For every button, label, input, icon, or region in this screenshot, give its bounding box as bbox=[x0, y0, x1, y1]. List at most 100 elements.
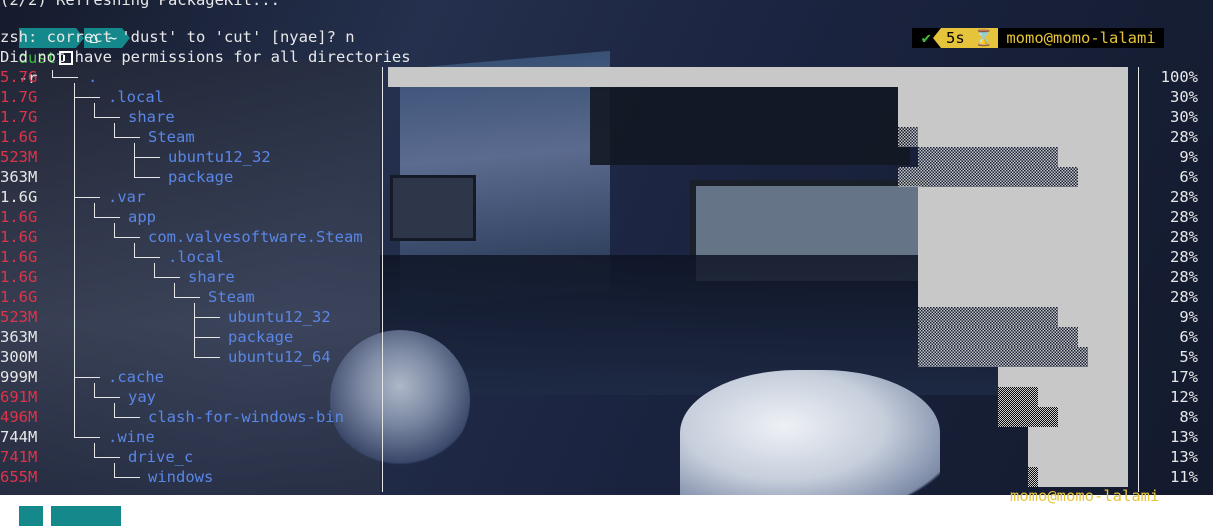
row-name[interactable]: .cache bbox=[108, 367, 164, 387]
usage-bar-fill bbox=[1078, 167, 1128, 187]
row-name[interactable]: .local bbox=[168, 247, 224, 267]
usage-bar bbox=[388, 287, 1128, 307]
usage-bar-fill bbox=[1058, 147, 1128, 167]
tree-branch bbox=[134, 257, 160, 258]
usage-bar bbox=[388, 267, 1128, 287]
row-name[interactable]: windows bbox=[148, 467, 213, 487]
row-size: 1.6G bbox=[0, 228, 38, 246]
tree-branch bbox=[134, 177, 160, 178]
prompt-line: ⌂ ~ dust -r bbox=[0, 8, 131, 87]
usage-bar-shade bbox=[918, 327, 1078, 347]
row-name[interactable]: share bbox=[128, 107, 175, 127]
row-name[interactable]: ubuntu12_32 bbox=[168, 147, 271, 167]
row-percent: 28% bbox=[1170, 268, 1198, 286]
tree-branch bbox=[114, 417, 140, 418]
row-name[interactable]: ubuntu12_32 bbox=[228, 307, 331, 327]
tree-branch bbox=[194, 337, 220, 338]
row-size: 1.6G bbox=[0, 188, 38, 206]
row-size: 1.6G bbox=[0, 128, 38, 146]
tree-line bbox=[52, 70, 53, 77]
usage-bar-fill bbox=[1088, 347, 1128, 367]
row-size: 300M bbox=[0, 348, 38, 366]
tree-branch bbox=[94, 217, 120, 218]
row-name[interactable]: package bbox=[228, 327, 293, 347]
row-size: 523M bbox=[0, 308, 38, 326]
tree-line bbox=[134, 243, 135, 257]
bar-left-border bbox=[382, 67, 383, 492]
tree-line bbox=[114, 223, 115, 237]
tree-line bbox=[134, 143, 135, 177]
row-name[interactable]: Steam bbox=[208, 287, 255, 307]
tree-line bbox=[114, 123, 115, 137]
usage-bar-fill bbox=[918, 267, 1128, 287]
usage-bar-shade bbox=[898, 167, 1078, 187]
usage-bar-fill bbox=[1028, 447, 1128, 467]
usage-bar-fill bbox=[918, 187, 1128, 207]
tree-line bbox=[154, 263, 155, 277]
tree-branch bbox=[114, 137, 140, 138]
autocorrect-prompt: zsh: correct 'dust' to 'cut' [nyae]? n bbox=[0, 28, 355, 46]
row-percent: 28% bbox=[1170, 188, 1198, 206]
row-percent: 30% bbox=[1170, 108, 1198, 126]
row-size: 744M bbox=[0, 428, 38, 446]
tree-branch bbox=[94, 397, 120, 398]
row-percent: 28% bbox=[1170, 208, 1198, 226]
row-name[interactable]: ubuntu12_64 bbox=[228, 347, 331, 367]
usage-bar bbox=[388, 467, 1128, 487]
tree-branch bbox=[94, 117, 120, 118]
permissions-warning: Did not have permissions for all directo… bbox=[0, 48, 411, 66]
row-name[interactable]: package bbox=[168, 167, 233, 187]
usage-bar bbox=[388, 427, 1128, 447]
row-name[interactable]: .local bbox=[108, 87, 164, 107]
row-size: 363M bbox=[0, 328, 38, 346]
tree-line bbox=[94, 383, 95, 397]
usage-bar-shade bbox=[998, 407, 1058, 427]
tree-line bbox=[94, 103, 95, 117]
row-name[interactable]: . bbox=[88, 67, 97, 87]
row-name[interactable]: .wine bbox=[108, 427, 155, 447]
row-size: 5.7G bbox=[0, 68, 38, 86]
usage-bar-fill bbox=[1038, 387, 1128, 407]
row-name[interactable]: Steam bbox=[148, 127, 195, 147]
usage-bar-shade bbox=[918, 307, 1058, 327]
tree-branch bbox=[154, 277, 180, 278]
usage-bar bbox=[388, 207, 1128, 227]
row-percent: 9% bbox=[1179, 148, 1198, 166]
tree-branch bbox=[52, 77, 78, 78]
row-name[interactable]: app bbox=[128, 207, 156, 227]
row-percent: 17% bbox=[1170, 368, 1198, 386]
row-size: 1.6G bbox=[0, 288, 38, 306]
usage-bar-fill bbox=[388, 67, 1128, 87]
row-size: 1.6G bbox=[0, 208, 38, 226]
row-size: 1.6G bbox=[0, 248, 38, 266]
tree-branch bbox=[74, 437, 100, 438]
usage-bar-fill bbox=[1058, 307, 1128, 327]
usage-bar bbox=[388, 167, 1128, 187]
usage-bar-fill bbox=[898, 107, 1128, 127]
row-name[interactable]: clash-for-windows-bin bbox=[148, 407, 344, 427]
row-name[interactable]: com.valvesoftware.Steam bbox=[148, 227, 363, 247]
row-name[interactable]: drive_c bbox=[128, 447, 193, 467]
usage-bar bbox=[388, 367, 1128, 387]
usage-bar-fill bbox=[1038, 467, 1128, 487]
usage-bar bbox=[388, 67, 1128, 87]
usage-bar-fill bbox=[898, 87, 1128, 107]
tree-branch bbox=[114, 477, 140, 478]
row-percent: 28% bbox=[1170, 128, 1198, 146]
row-percent: 5% bbox=[1179, 348, 1198, 366]
tree-branch bbox=[114, 237, 140, 238]
row-name[interactable]: yay bbox=[128, 387, 156, 407]
row-size: 523M bbox=[0, 148, 38, 166]
usage-bar bbox=[388, 147, 1128, 167]
row-percent: 11% bbox=[1170, 468, 1198, 486]
prompt-separator bbox=[933, 28, 942, 48]
usage-bar bbox=[388, 327, 1128, 347]
bar-right-border bbox=[1138, 67, 1139, 492]
tree-line bbox=[114, 463, 115, 477]
row-percent: 13% bbox=[1170, 448, 1198, 466]
right-prompt: ✔ 5s ⌛ momo@momo-lalami bbox=[893, 8, 1164, 48]
row-name[interactable]: share bbox=[188, 267, 235, 287]
row-name[interactable]: .var bbox=[108, 187, 145, 207]
tree-branch bbox=[194, 357, 220, 358]
tree-branch bbox=[194, 317, 220, 318]
